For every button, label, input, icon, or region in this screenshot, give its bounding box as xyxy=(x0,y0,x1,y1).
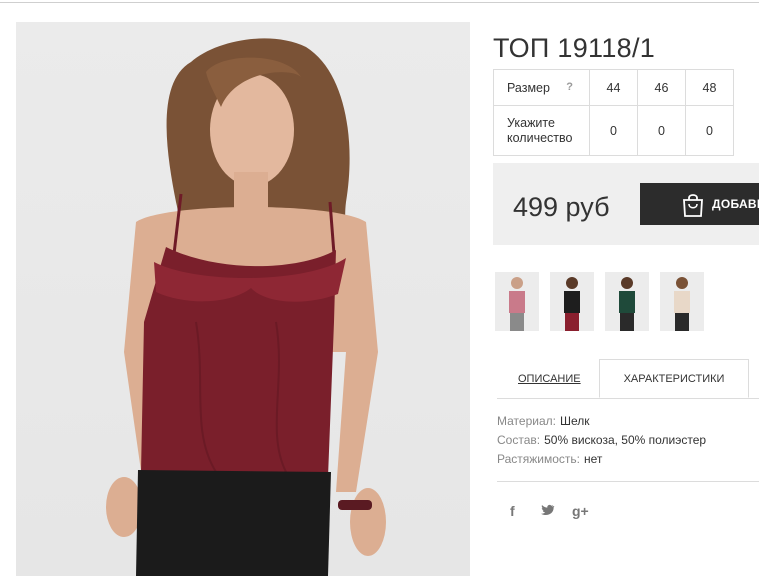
thumbnail-image xyxy=(509,277,525,331)
add-to-cart-button[interactable]: ДОБАВИТЬ xyxy=(640,183,759,225)
spec-key: Состав: xyxy=(497,433,541,447)
tab-characteristics[interactable]: ХАРАКТЕРИСТИКИ xyxy=(599,359,749,398)
spec-material: Материал: Шелк xyxy=(497,414,590,428)
spec-key: Материал: xyxy=(497,414,556,428)
product-main-image[interactable] xyxy=(16,22,470,576)
spec-value: нет xyxy=(584,452,603,466)
product-tabs: ОПИСАНИЕ ХАРАКТЕРИСТИКИ xyxy=(497,359,759,399)
size-label-cell: Размер ? xyxy=(493,69,590,106)
spec-value: Шелк xyxy=(559,414,590,428)
facebook-icon[interactable]: f xyxy=(510,503,515,519)
size-table: Размер ? 44 46 48 Укажите количество 0 0… xyxy=(493,69,734,156)
spec-key: Растяжимость: xyxy=(497,452,581,466)
add-to-cart-label: ДОБАВИТЬ xyxy=(712,197,759,211)
product-photo-illustration xyxy=(106,38,386,576)
thumbnail-image xyxy=(564,277,580,331)
size-label: Размер xyxy=(507,80,550,95)
quantity-label-line2: количество xyxy=(507,130,573,145)
thumbnail-image xyxy=(619,277,635,331)
product-price: 499 руб xyxy=(513,192,610,222)
shopping-bag-icon xyxy=(683,194,703,217)
thumbnail-3[interactable] xyxy=(605,272,649,331)
size-option: 48 xyxy=(685,69,734,106)
quantity-label-line1: Укажите xyxy=(507,115,555,130)
quantity-input-46[interactable]: 0 xyxy=(637,105,686,156)
quantity-input-44[interactable]: 0 xyxy=(589,105,638,156)
quantity-input-48[interactable]: 0 xyxy=(685,105,734,156)
spec-stretch: Растяжимость: нет xyxy=(497,452,602,466)
google-plus-icon[interactable]: g+ xyxy=(572,503,589,519)
thumbnail-image xyxy=(674,277,690,331)
divider xyxy=(497,481,759,482)
spec-value: 50% вискоза, 50% полиэстер xyxy=(544,433,707,447)
quantity-label-cell: Укажите количество xyxy=(493,105,590,156)
quantity-row: Укажите количество 0 0 0 xyxy=(493,105,734,156)
twitter-bird-shape xyxy=(541,504,555,515)
thumbnail-4[interactable] xyxy=(660,272,704,331)
size-row: Размер ? 44 46 48 xyxy=(493,69,734,106)
price-box: 499 руб ДОБАВИТЬ xyxy=(493,163,759,245)
product-title: ТОП 19118/1 xyxy=(493,33,656,64)
size-option: 44 xyxy=(589,69,638,106)
thumbnail-2[interactable] xyxy=(550,272,594,331)
spec-composition: Состав: 50% вискоза, 50% полиэстер xyxy=(497,433,706,447)
size-option: 46 xyxy=(637,69,686,106)
twitter-icon[interactable] xyxy=(541,503,555,519)
tab-description[interactable]: ОПИСАНИЕ xyxy=(518,373,581,385)
top-divider xyxy=(0,2,759,3)
thumbnail-1[interactable] xyxy=(495,272,539,331)
size-help-icon[interactable]: ? xyxy=(566,81,573,93)
